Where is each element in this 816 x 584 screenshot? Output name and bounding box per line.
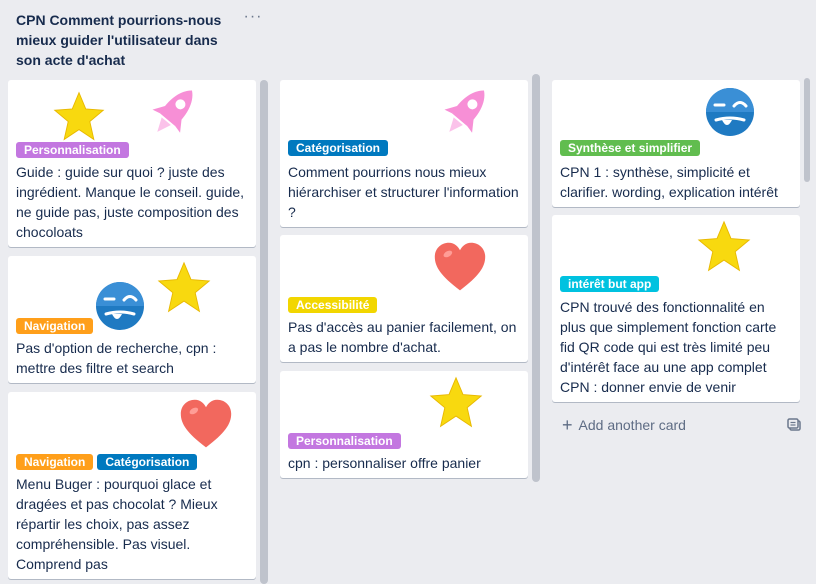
card-text: Menu Buger : pourquoi glace et dragées e… <box>16 476 218 572</box>
label-interet: intérêt but app <box>560 276 660 292</box>
card-template-icon[interactable] <box>787 418 801 432</box>
frown-face-sticker <box>90 276 150 336</box>
star-sticker <box>428 375 484 431</box>
card[interactable]: Accessibilité Pas d'accès au panier faci… <box>280 235 528 362</box>
card[interactable]: Synthèse et simplifier CPN 1 : synthèse,… <box>552 80 800 207</box>
card-text: cpn : personnaliser offre panier <box>288 455 481 471</box>
label-synthese: Synthèse et simplifier <box>560 140 701 156</box>
card-text: Pas d'option de recherche, cpn : mettre … <box>16 340 217 376</box>
rocket-sticker <box>144 82 204 142</box>
label-personnalisation: Personnalisation <box>16 142 129 158</box>
label-navigation: Navigation <box>16 318 94 334</box>
star-sticker <box>696 219 752 275</box>
frown-face-sticker <box>700 82 760 142</box>
star-sticker <box>52 90 106 144</box>
card[interactable]: Catégorisation Comment pourrions nous mi… <box>280 80 528 227</box>
card-text: Pas d'accès au panier facilement, on a p… <box>288 319 517 355</box>
card-text: Guide : guide sur quoi ? juste des ingré… <box>16 164 245 240</box>
label-personnalisation: Personnalisation <box>288 433 401 449</box>
label-accessibilite: Accessibilité <box>288 297 378 313</box>
add-card-label: Add another card <box>578 417 686 433</box>
card[interactable]: intérêt but app CPN trouvé des fonctionn… <box>552 215 800 402</box>
card-text: CPN 1 : synthèse, simplicité et clarifie… <box>560 164 778 200</box>
card[interactable]: Navigation Pas d'option de recherche, cp… <box>8 256 256 383</box>
list-title[interactable]: CPN Comment pourrions-nous mieux guider … <box>16 10 236 70</box>
list-scrollbar[interactable] <box>804 78 810 182</box>
star-sticker <box>156 260 212 316</box>
card-text: Comment pourrions nous mieux hiérarchise… <box>288 164 519 220</box>
card[interactable]: Navigation Catégorisation Menu Buger : p… <box>8 392 256 579</box>
heart-sticker <box>430 239 490 295</box>
card-text: CPN trouvé des fonctionnalité en plus qu… <box>560 299 777 402</box>
plus-icon: + <box>562 415 573 435</box>
list-scrollbar[interactable] <box>532 74 540 482</box>
label-categorisation: Catégorisation <box>97 454 198 470</box>
rocket-sticker <box>436 82 496 142</box>
card[interactable]: Personnalisation Guide : guide sur quoi … <box>8 80 256 247</box>
label-navigation: Navigation <box>16 454 94 470</box>
add-card-button[interactable]: + Add another card <box>562 416 686 434</box>
card[interactable]: Personnalisation cpn : personnaliser off… <box>280 371 528 478</box>
heart-sticker <box>176 396 236 452</box>
list-scrollbar[interactable] <box>260 80 268 584</box>
list-menu-icon[interactable]: ··· <box>242 8 264 30</box>
label-categorisation: Catégorisation <box>288 140 389 156</box>
